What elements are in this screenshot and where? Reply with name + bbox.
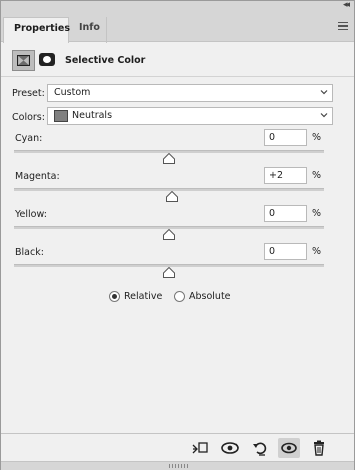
- panel-resize-grip[interactable]: [1, 461, 354, 470]
- adjustment-glyph: [17, 55, 30, 66]
- value-field-cyan[interactable]: 0: [264, 129, 307, 146]
- tab-info[interactable]: Info: [69, 17, 107, 43]
- properties-panel: ◂◂ Properties Info Selective Color Prese…: [0, 0, 355, 470]
- colors-label: Colors:: [12, 112, 45, 123]
- slider-label-magenta: Magenta:: [15, 171, 60, 182]
- colors-value: Neutrals: [72, 110, 113, 121]
- reset-adjustment-icon[interactable]: [249, 438, 271, 458]
- value-field-magenta[interactable]: +2: [264, 167, 307, 184]
- value-field-yellow[interactable]: 0: [264, 205, 307, 222]
- relative-radio[interactable]: [109, 291, 120, 302]
- color-swatch: [54, 110, 68, 122]
- preset-select[interactable]: Custom: [47, 84, 333, 102]
- grip-dots: [169, 464, 189, 468]
- preset-value: Custom: [54, 87, 91, 98]
- delete-adjustment-icon[interactable]: [308, 438, 330, 458]
- view-previous-state-icon[interactable]: [219, 438, 241, 458]
- slider-thumb[interactable]: [163, 267, 175, 278]
- colors-select[interactable]: Neutrals: [47, 107, 333, 125]
- chevron-down-icon: [320, 90, 328, 95]
- tab-bar: Properties Info: [1, 12, 354, 43]
- slider-thumb[interactable]: [166, 191, 179, 202]
- absolute-radio[interactable]: [174, 291, 185, 302]
- slider-thumb[interactable]: [163, 229, 175, 240]
- selective-color-adjustment-icon[interactable]: [12, 50, 35, 71]
- panel-menu-icon[interactable]: [338, 22, 348, 30]
- bottom-toolbar: [1, 433, 354, 461]
- slider-label-black: Black:: [15, 247, 44, 258]
- absolute-label[interactable]: Absolute: [189, 291, 231, 302]
- collapse-panel-button[interactable]: ◂◂: [343, 0, 350, 10]
- percent-unit: %: [312, 132, 322, 143]
- slider-thumb[interactable]: [163, 153, 175, 164]
- percent-unit: %: [312, 246, 322, 257]
- adjustment-title: Selective Color: [65, 55, 146, 66]
- panel-top-strip: ◂◂: [1, 0, 354, 12]
- percent-unit: %: [312, 170, 322, 181]
- preset-label: Preset:: [12, 88, 45, 99]
- adjustment-header: Selective Color: [1, 43, 354, 77]
- clip-to-layer-icon[interactable]: [189, 438, 211, 458]
- toggle-visibility-icon[interactable]: [278, 438, 300, 458]
- chevron-down-icon: [320, 113, 328, 118]
- value-field-black[interactable]: 0: [264, 243, 307, 260]
- slider-label-cyan: Cyan:: [15, 133, 43, 144]
- relative-label[interactable]: Relative: [124, 291, 162, 302]
- percent-unit: %: [312, 208, 322, 219]
- layer-mask-icon[interactable]: [39, 53, 55, 66]
- tab-properties[interactable]: Properties: [3, 17, 70, 43]
- method-radio-group: Relative Absolute: [1, 290, 354, 306]
- slider-label-yellow: Yellow:: [15, 209, 47, 220]
